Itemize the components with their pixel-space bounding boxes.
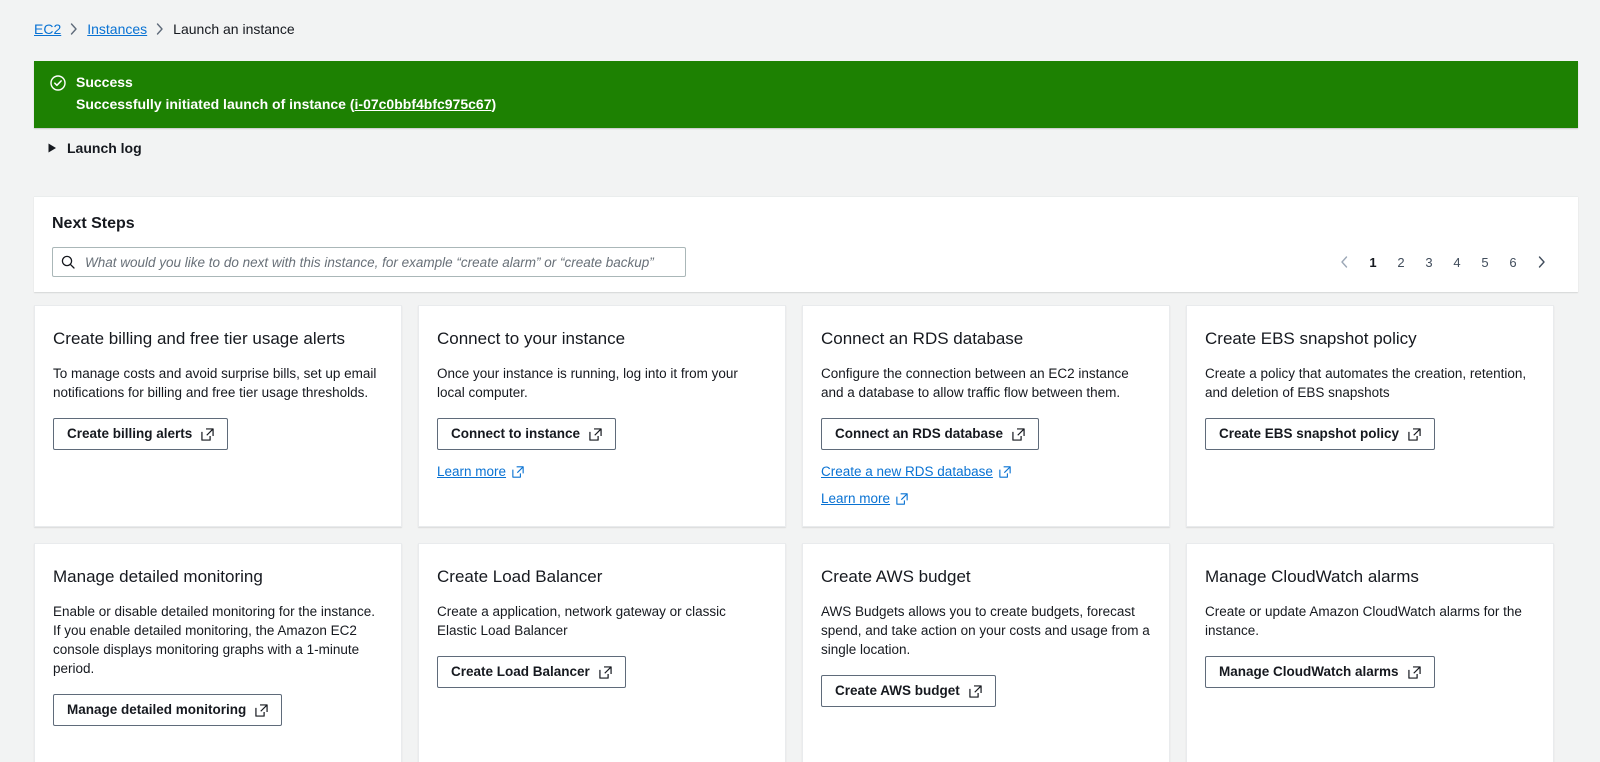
card-title: Create EBS snapshot policy [1205,329,1417,348]
pagination: 1 2 3 4 5 6 [1332,249,1554,275]
button-label: Create billing alerts [67,426,193,441]
success-banner-body: Success Successfully initiated launch of… [76,73,496,114]
card-description: Enable or disable detailed monitoring fo… [53,604,375,676]
caret-right-icon [48,143,57,153]
link-label: Learn more [437,464,507,479]
card-manage-cloudwatch-alarms: Manage CloudWatch alarms Create or updat… [1186,543,1554,762]
ec2-launch-success-page: EC2 Instances Launch an instance Success… [0,0,1600,762]
manage-detailed-monitoring-button[interactable]: Manage detailed monitoring [53,694,283,726]
pagination-page-4[interactable]: 4 [1446,249,1468,275]
external-link-icon [512,465,524,478]
card-connect-rds-database: Connect an RDS database Configure the co… [802,305,1170,527]
card-links: Learn more [437,464,767,479]
learn-more-link[interactable]: Learn more [437,464,524,479]
button-label: Connect an RDS database [835,426,1004,441]
button-label: Create EBS snapshot policy [1219,426,1400,441]
create-billing-alerts-button[interactable]: Create billing alerts [53,418,229,450]
button-label: Manage detailed monitoring [67,702,247,717]
create-load-balancer-button[interactable]: Create Load Balancer [437,656,626,688]
external-link-icon [999,465,1011,478]
button-label: Create Load Balancer [451,664,590,679]
button-label: Manage CloudWatch alarms [1219,664,1399,679]
card-description: Create or update Amazon CloudWatch alarm… [1205,604,1522,638]
create-aws-budget-button[interactable]: Create AWS budget [821,675,996,707]
card-title: Create AWS budget [821,567,971,586]
pagination-page-3[interactable]: 3 [1418,249,1440,275]
card-title: Connect an RDS database [821,329,1024,348]
card-links: Create a new RDS database Learn more [821,464,1151,506]
link-label: Create a new RDS database [821,464,993,479]
learn-more-link[interactable]: Learn more [821,491,908,506]
card-description: To manage costs and avoid surprise bills… [53,366,377,400]
card-connect-to-instance: Connect to your instance Once your insta… [418,305,786,527]
external-link-icon [1012,427,1025,441]
success-check-icon [50,73,66,114]
card-manage-detailed-monitoring: Manage detailed monitoring Enable or dis… [34,543,402,762]
success-banner-message: Successfully initiated launch of instanc… [76,94,496,114]
breadcrumb-item-ec2[interactable]: EC2 [34,21,61,37]
card-description: Create a policy that automates the creat… [1205,366,1527,400]
button-label: Connect to instance [451,426,581,441]
pagination-page-2[interactable]: 2 [1390,249,1412,275]
button-label: Create AWS budget [835,683,960,698]
card-description: Create a application, network gateway or… [437,604,726,638]
card-title: Manage detailed monitoring [53,567,263,586]
instance-id-link[interactable]: i-07c0bbf4bfc975c67 [355,96,492,112]
pagination-prev-button[interactable] [1332,249,1356,275]
create-new-rds-database-link[interactable]: Create a new RDS database [821,464,1011,479]
link-label: Learn more [821,491,891,506]
manage-cloudwatch-alarms-button[interactable]: Manage CloudWatch alarms [1205,656,1435,688]
next-steps-panel: Next Steps 1 2 3 4 5 [34,196,1578,292]
pagination-page-1[interactable]: 1 [1362,249,1384,275]
card-title: Create Load Balancer [437,567,603,586]
card-create-load-balancer: Create Load Balancer Create a applicatio… [418,543,786,762]
breadcrumb-item-instances[interactable]: Instances [87,21,147,37]
card-description: Configure the connection between an EC2 … [821,366,1129,400]
external-link-icon [599,665,612,679]
launch-log-toggle[interactable]: Launch log [48,140,142,156]
success-message-prefix: Successfully initiated launch of instanc… [76,96,355,112]
external-link-icon [969,684,982,698]
search-input[interactable] [83,253,677,271]
card-description: AWS Budgets allows you to create budgets… [821,604,1150,657]
pagination-page-6[interactable]: 6 [1502,249,1524,275]
external-link-icon [589,427,602,441]
card-title: Connect to your instance [437,329,626,348]
card-title: Manage CloudWatch alarms [1205,567,1419,586]
connect-to-instance-button[interactable]: Connect to instance [437,418,617,450]
card-create-ebs-snapshot-policy: Create EBS snapshot policy Create a poli… [1186,305,1554,527]
launch-log-label: Launch log [67,140,142,156]
card-create-billing-alerts: Create billing and free tier usage alert… [34,305,402,527]
external-link-icon [1407,665,1421,679]
create-ebs-snapshot-policy-button[interactable]: Create EBS snapshot policy [1205,418,1436,450]
pagination-next-button[interactable] [1530,249,1554,275]
success-message-suffix: ) [491,96,497,112]
card-description: Once your instance is running, log into … [437,366,738,400]
next-steps-controls: 1 2 3 4 5 6 [52,247,1554,277]
chevron-right-icon [70,23,78,35]
card-title: Create billing and free tier usage alert… [53,329,345,348]
connect-rds-database-button[interactable]: Connect an RDS database [821,418,1040,450]
search-icon [61,255,75,269]
chevron-right-icon [156,23,164,35]
next-steps-search[interactable] [52,247,686,277]
next-steps-title: Next Steps [52,215,135,232]
external-link-icon [255,703,268,717]
card-create-aws-budget: Create AWS budget AWS Budgets allows you… [802,543,1170,762]
success-banner: Success Successfully initiated launch of… [34,61,1578,128]
pagination-page-5[interactable]: 5 [1474,249,1496,275]
breadcrumb-item-current: Launch an instance [173,21,295,37]
next-steps-card-grid: Create billing and free tier usage alert… [34,305,1580,762]
external-link-icon [1408,427,1421,441]
external-link-icon [201,427,214,441]
external-link-icon [896,492,908,505]
success-banner-title: Success [76,74,133,90]
breadcrumb: EC2 Instances Launch an instance [0,0,1600,44]
